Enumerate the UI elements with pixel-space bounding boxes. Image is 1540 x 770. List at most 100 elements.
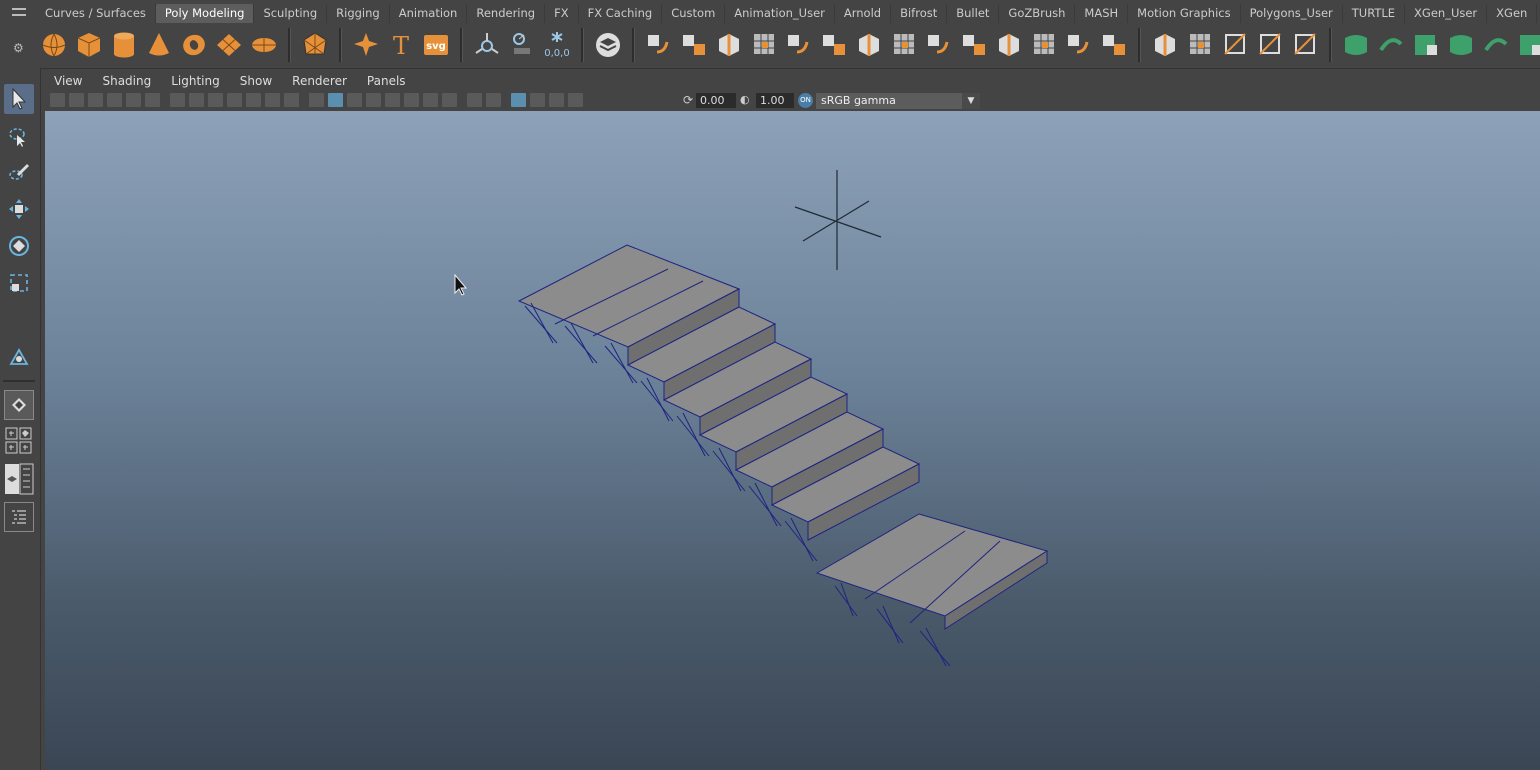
- shelf-tab-gozbrush[interactable]: GoZBrush: [999, 4, 1076, 23]
- rotate-tool-icon[interactable]: [4, 231, 34, 261]
- safe-action-icon[interactable]: [265, 93, 280, 107]
- shelf-menu-icon[interactable]: [12, 8, 26, 16]
- panel-menu-view[interactable]: View: [44, 72, 92, 91]
- extrude-icon[interactable]: [855, 30, 883, 60]
- wireframe-on-shaded-icon[interactable]: [347, 93, 362, 107]
- measure-icon[interactable]: [473, 30, 501, 60]
- coordinates-icon[interactable]: 0,0,0: [543, 30, 571, 60]
- shelf-tab-rendering[interactable]: Rendering: [467, 4, 546, 23]
- spherical-uv-icon[interactable]: [1447, 30, 1475, 60]
- shelf-tab-arnold[interactable]: Arnold: [835, 4, 892, 23]
- color-management-toggle[interactable]: ON: [798, 93, 813, 108]
- gate-mask-icon[interactable]: [227, 93, 242, 107]
- disc-icon[interactable]: [250, 30, 278, 60]
- backface-icon[interactable]: [568, 93, 583, 107]
- camera-attributes-icon[interactable]: [69, 93, 84, 107]
- gear-icon[interactable]: ⚙: [13, 41, 24, 55]
- view-transform-dropdown[interactable]: sRGB gamma ▼: [816, 93, 980, 109]
- cylinder-icon[interactable]: [110, 30, 138, 60]
- sphere-icon[interactable]: [40, 30, 68, 60]
- superellipse-icon[interactable]: [352, 30, 380, 60]
- offset-loop-icon[interactable]: [1291, 30, 1319, 60]
- shelf-tab-motion-graphics[interactable]: Motion Graphics: [1128, 4, 1241, 23]
- outliner-icon[interactable]: [4, 502, 34, 532]
- scale-tool-icon[interactable]: [4, 268, 34, 298]
- field-chart-icon[interactable]: [246, 93, 261, 107]
- paint-select-tool-icon[interactable]: [4, 157, 34, 187]
- anti-aliasing-icon[interactable]: [467, 93, 482, 107]
- bridge-icon[interactable]: [890, 30, 918, 60]
- perspective-viewport[interactable]: [45, 111, 1540, 770]
- separate-icon[interactable]: [680, 30, 708, 60]
- shelf-tab-mash[interactable]: MASH: [1075, 4, 1129, 23]
- soft-mod-tool-icon[interactable]: [4, 343, 34, 373]
- smooth-shade-icon[interactable]: [328, 93, 343, 107]
- panel-menu-renderer[interactable]: Renderer: [282, 72, 357, 91]
- depth-of-field-icon[interactable]: [486, 93, 501, 107]
- move-tool-icon[interactable]: [4, 194, 34, 224]
- smooth-icon[interactable]: [715, 30, 743, 60]
- lights-icon[interactable]: [385, 93, 400, 107]
- shelf-tab-bullet[interactable]: Bullet: [947, 4, 1000, 23]
- staircase-mesh[interactable]: [517, 244, 1049, 667]
- exposure-icon[interactable]: ⟳: [683, 93, 693, 107]
- shelf-tab-curves-surfaces[interactable]: Curves / Surfaces: [36, 4, 156, 23]
- lasso-tool-icon[interactable]: [4, 122, 34, 152]
- image-plane-icon[interactable]: [107, 93, 122, 107]
- panel-menu-show[interactable]: Show: [230, 72, 282, 91]
- panel-menu-lighting[interactable]: Lighting: [161, 72, 230, 91]
- shelf-tab-bifrost[interactable]: Bifrost: [891, 4, 948, 23]
- exposure-field[interactable]: 0.00: [696, 93, 736, 108]
- multicut-icon[interactable]: [1221, 30, 1249, 60]
- persp-outliner-layout-icon[interactable]: [4, 463, 34, 495]
- shelf-tab-animation[interactable]: Animation: [390, 4, 468, 23]
- auto-uv-icon[interactable]: [1482, 30, 1510, 60]
- gamma-field[interactable]: 1.00: [756, 93, 794, 108]
- snap-icon[interactable]: [508, 30, 536, 60]
- cone-icon[interactable]: [145, 30, 173, 60]
- wireframe-icon[interactable]: [309, 93, 324, 107]
- wedge-icon[interactable]: [995, 30, 1023, 60]
- shelf-tab-xgen[interactable]: XGen: [1487, 4, 1538, 23]
- shadows-icon[interactable]: [404, 93, 419, 107]
- panel-menu-panels[interactable]: Panels: [357, 72, 416, 91]
- uv-editor-icon[interactable]: [1342, 30, 1370, 60]
- platonic-icon[interactable]: [301, 30, 329, 60]
- layer-icon[interactable]: [594, 30, 622, 60]
- textured-icon[interactable]: [366, 93, 381, 107]
- plane-icon[interactable]: [215, 30, 243, 60]
- four-view-layout-icon[interactable]: [4, 426, 34, 456]
- locator-icon[interactable]: [794, 170, 882, 270]
- single-view-layout-icon[interactable]: [4, 390, 34, 420]
- safe-title-icon[interactable]: [284, 93, 299, 107]
- grid-icon[interactable]: [170, 93, 185, 107]
- shelf-tab-sculpting[interactable]: Sculpting: [254, 4, 328, 23]
- motion-blur-icon[interactable]: [442, 93, 457, 107]
- torus-icon[interactable]: [180, 30, 208, 60]
- quadrangulate-icon[interactable]: [1151, 30, 1179, 60]
- unfold-icon[interactable]: [1186, 30, 1214, 60]
- shelf-tab-animation-user[interactable]: Animation_User: [725, 4, 835, 23]
- ambient-occlusion-icon[interactable]: [423, 93, 438, 107]
- shelf-tab-rigging[interactable]: Rigging: [327, 4, 390, 23]
- shelf-tab-xgen-user[interactable]: XGen_User: [1405, 4, 1488, 23]
- cut-uv-icon[interactable]: [1517, 30, 1540, 60]
- combine-icon[interactable]: [645, 30, 673, 60]
- cube-icon[interactable]: [75, 30, 103, 60]
- cylindrical-uv-icon[interactable]: [1412, 30, 1440, 60]
- shelf-tab-fx-caching[interactable]: FX Caching: [579, 4, 663, 23]
- shelf-tab-fx[interactable]: FX: [545, 4, 579, 23]
- text-icon[interactable]: T: [387, 30, 415, 60]
- isolate-select-icon[interactable]: [511, 93, 526, 107]
- shelf-tab-turtle[interactable]: TURTLE: [1343, 4, 1406, 23]
- grease-pencil-icon[interactable]: [145, 93, 160, 107]
- chamfer-icon[interactable]: [1065, 30, 1093, 60]
- svg-icon[interactable]: svg: [422, 30, 450, 60]
- 2d-pan-icon[interactable]: [126, 93, 141, 107]
- bevel-icon[interactable]: [750, 30, 778, 60]
- chevron-down-icon[interactable]: ▼: [962, 93, 980, 109]
- fill-hole-icon[interactable]: [960, 30, 988, 60]
- camera-select-icon[interactable]: [50, 93, 65, 107]
- bookmark-icon[interactable]: [88, 93, 103, 107]
- insert-loop-icon[interactable]: [1256, 30, 1284, 60]
